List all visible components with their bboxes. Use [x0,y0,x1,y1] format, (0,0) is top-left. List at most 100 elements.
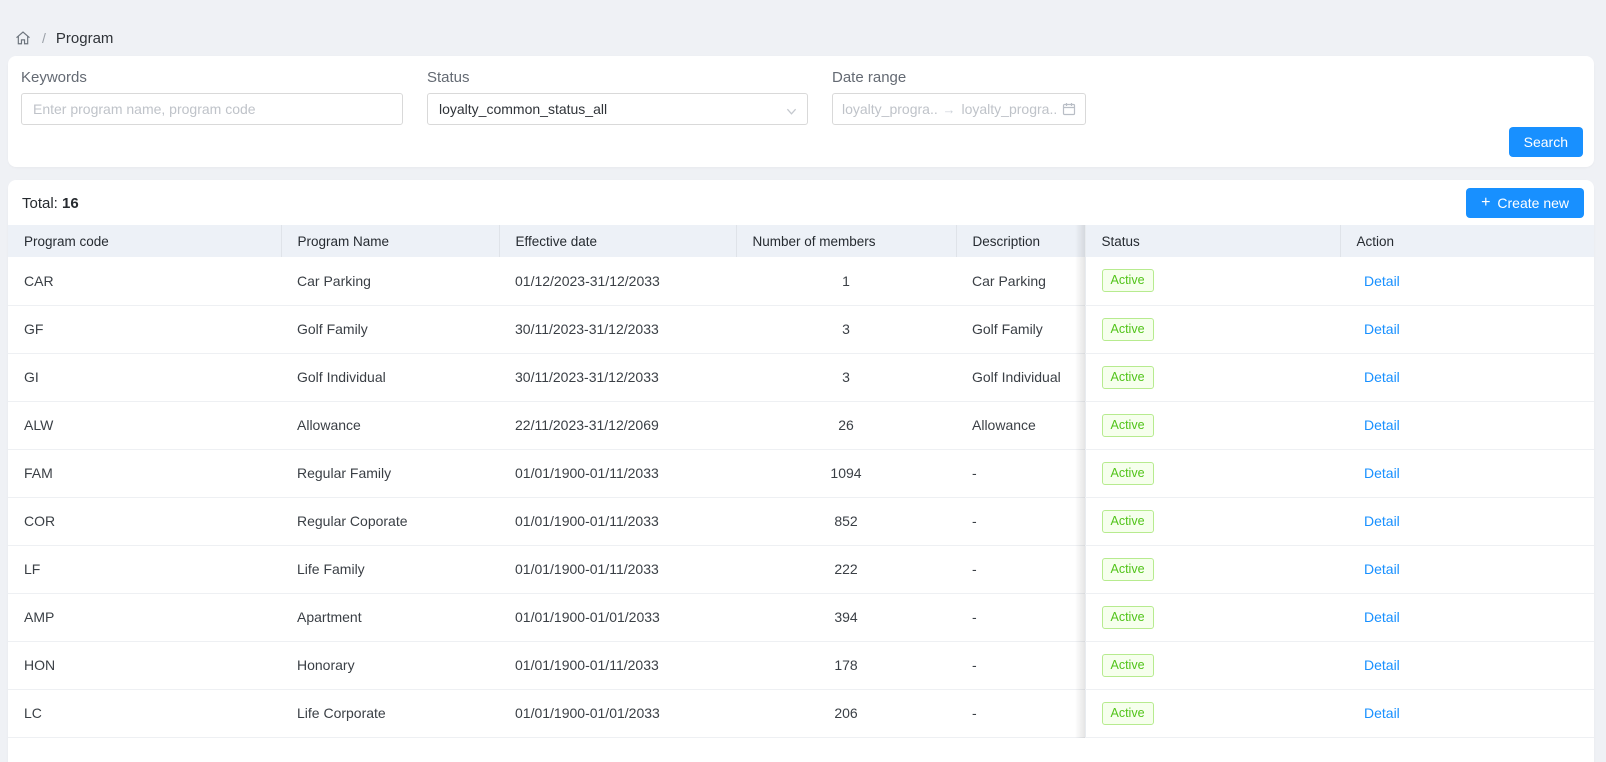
cell-description: Golf Individual [956,353,1085,401]
keywords-input[interactable] [21,93,403,125]
detail-link[interactable]: Detail [1364,513,1400,529]
cell-number-of-members: 394 [736,593,956,641]
cell-number-of-members: 852 [736,497,956,545]
detail-link[interactable]: Detail [1364,417,1400,433]
cell-program-name: Life Corporate [281,689,499,737]
create-new-button[interactable]: + Create new [1466,188,1584,218]
filter-panel: Keywords Status loyalty_common_status_al… [8,56,1594,167]
cell-status: Active [1085,257,1340,305]
cell-program-name: Regular Coporate [281,497,499,545]
date-range-start-placeholder[interactable]: loyalty_progra... [842,101,937,117]
breadcrumb: / Program [0,0,1606,56]
cell-description: - [956,449,1085,497]
cell-program-code: AMP [8,593,281,641]
date-range-end-placeholder[interactable]: loyalty_progra... [962,101,1057,117]
date-range-picker[interactable]: loyalty_progra... → loyalty_progra... [832,93,1086,125]
search-button-label: Search [1524,134,1568,150]
cell-effective-date: 30/11/2023-31/12/2033 [499,305,736,353]
cell-effective-date: 01/01/1900-01/11/2033 [499,641,736,689]
cell-program-code: CAR [8,257,281,305]
status-badge: Active [1102,318,1154,341]
cell-program-code: GF [8,305,281,353]
cell-program-name: Golf Family [281,305,499,353]
cell-action: Detail [1340,497,1594,545]
cell-effective-date: 01/01/1900-01/11/2033 [499,497,736,545]
cell-status: Active [1085,689,1340,737]
cell-program-code: ALW [8,401,281,449]
cell-program-name: Golf Individual [281,353,499,401]
cell-effective-date: 22/11/2023-31/12/2069 [499,401,736,449]
detail-link[interactable]: Detail [1364,561,1400,577]
status-badge: Active [1102,654,1154,677]
table-row: LC Life Corporate 01/01/1900-01/01/2033 … [8,689,1594,737]
search-button[interactable]: Search [1509,127,1583,157]
status-field-group: Status loyalty_common_status_all [427,69,808,125]
cell-program-code: FAM [8,449,281,497]
column-header-effective-date: Effective date [499,225,736,257]
cell-number-of-members: 26 [736,401,956,449]
status-badge: Active [1102,606,1154,629]
table-row: AMP Apartment 01/01/1900-01/01/2033 394 … [8,593,1594,641]
cell-number-of-members: 222 [736,545,956,593]
cell-number-of-members: 1 [736,257,956,305]
detail-link[interactable]: Detail [1364,321,1400,337]
cell-program-code: HON [8,641,281,689]
total-label: Total: [22,195,58,212]
status-badge: Active [1102,702,1154,725]
cell-number-of-members: 1094 [736,449,956,497]
table-row: ALW Allowance 22/11/2023-31/12/2069 26 A… [8,401,1594,449]
cell-effective-date: 01/01/1900-01/11/2033 [499,449,736,497]
cell-effective-date: 01/01/1900-01/11/2033 [499,545,736,593]
cell-number-of-members: 3 [736,353,956,401]
table-row: GF Golf Family 30/11/2023-31/12/2033 3 G… [8,305,1594,353]
cell-description: - [956,497,1085,545]
cell-action: Detail [1340,353,1594,401]
cell-action: Detail [1340,689,1594,737]
chevron-down-icon [786,104,797,115]
status-badge: Active [1102,510,1154,533]
cell-status: Active [1085,353,1340,401]
cell-description: - [956,641,1085,689]
detail-link[interactable]: Detail [1364,273,1400,289]
cell-effective-date: 01/01/1900-01/01/2033 [499,593,736,641]
detail-link[interactable]: Detail [1364,465,1400,481]
cell-description: Car Parking [956,257,1085,305]
cell-effective-date: 01/01/1900-01/01/2033 [499,689,736,737]
cell-action: Detail [1340,593,1594,641]
status-badge: Active [1102,558,1154,581]
status-label: Status [427,69,808,86]
detail-link[interactable]: Detail [1364,705,1400,721]
cell-action: Detail [1340,545,1594,593]
date-range-label: Date range [832,69,1086,86]
column-header-description: Description [956,225,1085,257]
detail-link[interactable]: Detail [1364,369,1400,385]
cell-status: Active [1085,449,1340,497]
cell-description: - [956,593,1085,641]
cell-description: - [956,689,1085,737]
table-row: CAR Car Parking 01/12/2023-31/12/2033 1 … [8,257,1594,305]
status-select[interactable]: loyalty_common_status_all [427,93,808,125]
home-icon[interactable] [14,29,32,47]
create-new-label: Create new [1497,195,1569,211]
keywords-label: Keywords [21,69,403,86]
status-badge: Active [1102,366,1154,389]
cell-status: Active [1085,497,1340,545]
swap-right-arrow-icon: → [943,102,956,117]
column-header-number-of-members: Number of members [736,225,956,257]
cell-program-name: Regular Family [281,449,499,497]
breadcrumb-separator: / [42,30,46,46]
cell-action: Detail [1340,641,1594,689]
cell-description: - [956,545,1085,593]
detail-link[interactable]: Detail [1364,657,1400,673]
date-range-field-group: Date range loyalty_progra... → loyalty_p… [832,69,1086,125]
detail-link[interactable]: Detail [1364,609,1400,625]
cell-effective-date: 01/12/2023-31/12/2033 [499,257,736,305]
cell-number-of-members: 178 [736,641,956,689]
cell-effective-date: 30/11/2023-31/12/2033 [499,353,736,401]
cell-description: Allowance [956,401,1085,449]
total-value: 16 [62,195,79,212]
cell-action: Detail [1340,449,1594,497]
program-list-panel: Total: 16 + Create new Program code Prog… [8,180,1594,762]
cell-program-name: Allowance [281,401,499,449]
status-badge: Active [1102,269,1154,292]
